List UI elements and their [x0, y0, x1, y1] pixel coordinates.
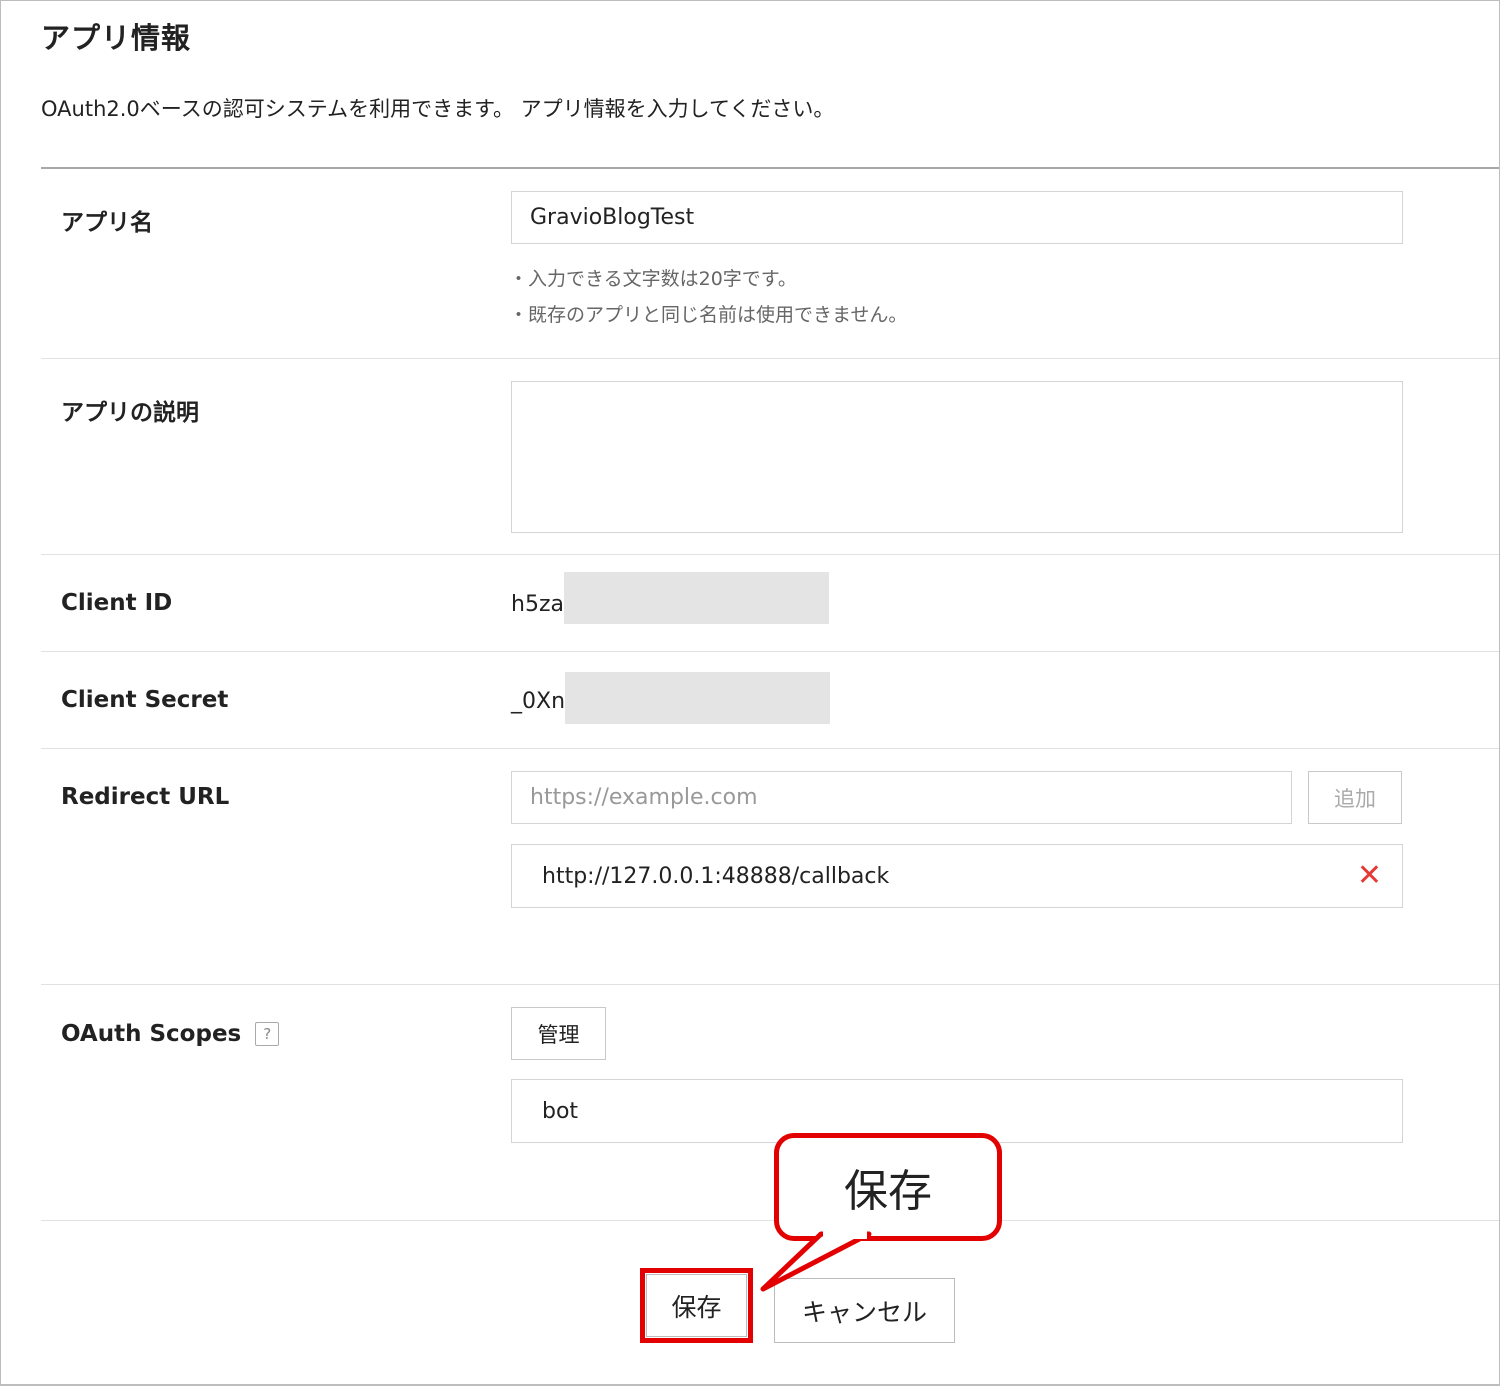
redirect-url-item-text: http://127.0.0.1:48888/callback — [542, 863, 890, 889]
oauth-scopes-label-text: OAuth Scopes — [61, 1021, 242, 1047]
cancel-button[interactable]: キャンセル — [774, 1278, 955, 1343]
redirect-url-label: Redirect URL — [61, 784, 230, 810]
app-name-label: アプリ名 — [61, 210, 153, 236]
row-divider — [41, 358, 1499, 359]
client-id-label: Client ID — [61, 590, 173, 616]
client-id-redaction — [564, 572, 829, 624]
header-divider — [41, 167, 1499, 169]
question-icon[interactable]: ? — [255, 1022, 280, 1046]
row-divider — [41, 984, 1499, 985]
redirect-url-item: http://127.0.0.1:48888/callback ✕ — [511, 844, 1403, 908]
save-highlight-box — [640, 1268, 753, 1343]
row-divider — [41, 748, 1499, 749]
page-description: OAuth2.0ベースの認可システムを利用できます。 アプリ情報を入力してくださ… — [41, 97, 835, 121]
app-name-hint-2: ・既存のアプリと同じ名前は使用できません。 — [509, 304, 908, 326]
app-name-hint-1: ・入力できる文字数は20字です。 — [509, 268, 797, 290]
redirect-url-input[interactable] — [511, 771, 1292, 824]
row-divider — [41, 651, 1499, 652]
app-description-textarea[interactable] — [511, 381, 1403, 533]
row-divider — [41, 1220, 1499, 1221]
callout-bubble: 保存 — [774, 1133, 1002, 1241]
app-info-panel: アプリ情報 OAuth2.0ベースの認可システムを利用できます。 アプリ情報を入… — [0, 0, 1500, 1386]
client-secret-redaction — [565, 672, 830, 724]
oauth-scopes-label: OAuth Scopes ? — [61, 1021, 280, 1047]
page-title: アプリ情報 — [41, 21, 192, 55]
row-divider — [41, 554, 1499, 555]
client-id-value: h5za — [511, 592, 564, 617]
app-name-input[interactable] — [511, 191, 1403, 244]
close-icon[interactable]: ✕ — [1357, 861, 1382, 891]
callout-text: 保存 — [844, 1166, 932, 1217]
scope-item-text: bot — [542, 1098, 579, 1124]
add-redirect-url-button[interactable]: 追加 — [1308, 771, 1402, 824]
client-secret-value: _0Xn — [511, 689, 566, 714]
manage-scopes-button[interactable]: 管理 — [511, 1007, 606, 1060]
client-secret-label: Client Secret — [61, 687, 229, 713]
app-description-label: アプリの説明 — [61, 400, 199, 426]
